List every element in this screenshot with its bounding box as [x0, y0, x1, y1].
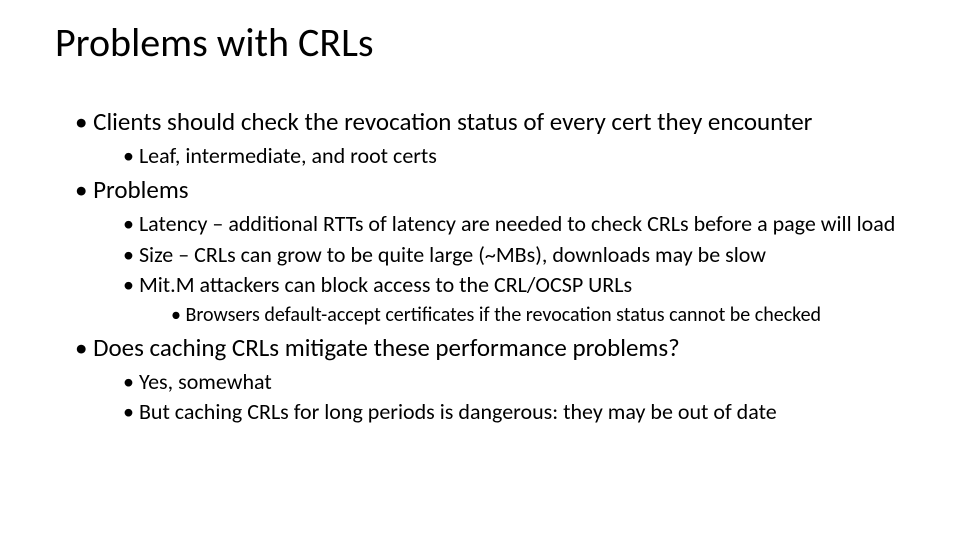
slide: Problems with CRLs Clients should check … [0, 0, 960, 540]
bullet-text: Yes, somewhat [139, 368, 272, 395]
bullet-text: Mit.M attackers can block access to the … [139, 271, 632, 298]
bullet-level1: Problems Latency – additional RTTs of la… [75, 175, 905, 326]
slide-title: Problems with CRLs [55, 18, 905, 67]
bullet-text: Browsers default-accept certificates if … [185, 303, 821, 327]
bullet-text: But caching CRLs for long periods is dan… [139, 398, 777, 425]
bullet-text: Size – CRLs can grow to be quite large (… [139, 241, 766, 268]
bullet-text: Latency – additional RTTs of latency are… [139, 210, 895, 237]
bullet-text: Clients should check the revocation stat… [93, 106, 812, 137]
bullet-level2: But caching CRLs for long periods is dan… [123, 399, 905, 425]
bullet-level2: Latency – additional RTTs of latency are… [123, 211, 905, 237]
bullet-level2: Leaf, intermediate, and root certs [123, 143, 905, 169]
bullet-level1: Does caching CRLs mitigate these perform… [75, 333, 905, 426]
bullet-level2: Yes, somewhat [123, 369, 905, 395]
bullet-text: Leaf, intermediate, and root certs [139, 142, 437, 169]
bullet-level2: Size – CRLs can grow to be quite large (… [123, 242, 905, 268]
bullet-level3: Browsers default-accept certificates if … [171, 303, 905, 327]
bullet-level2: Mit.M attackers can block access to the … [123, 272, 905, 326]
bullet-text: Does caching CRLs mitigate these perform… [93, 332, 680, 363]
bullet-list: Clients should check the revocation stat… [75, 107, 905, 425]
bullet-level1: Clients should check the revocation stat… [75, 107, 905, 169]
bullet-text: Problems [93, 174, 188, 205]
